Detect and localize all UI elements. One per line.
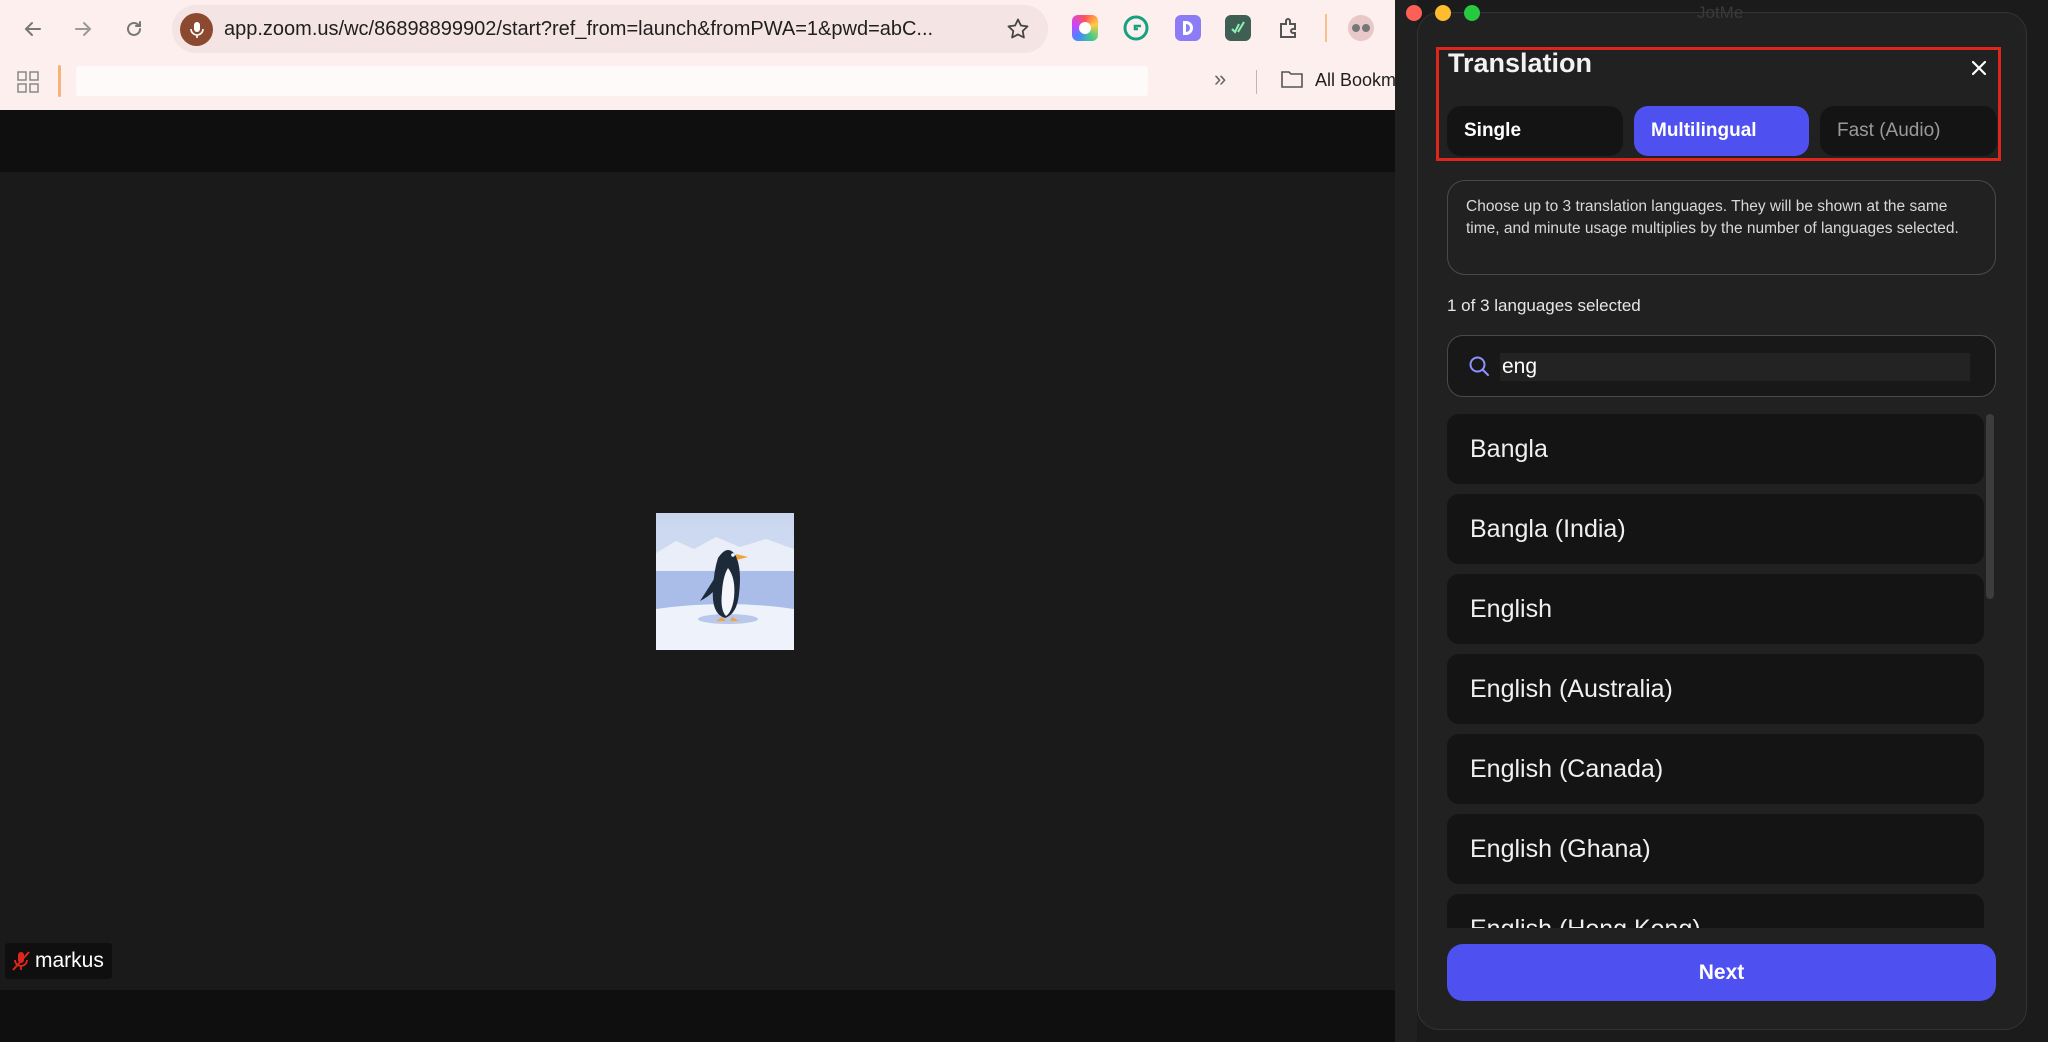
glasses-extension-icon[interactable]	[1348, 15, 1374, 41]
microphone-icon[interactable]	[180, 13, 213, 46]
chevron-double-right-icon[interactable]: »	[1214, 66, 1226, 92]
browser-window: app.zoom.us/wc/86898899902/start?ref_fro…	[0, 0, 1395, 1042]
language-search-input[interactable]	[1500, 353, 1970, 381]
apps-grid-icon[interactable]	[17, 71, 39, 93]
all-bookmarks-link[interactable]: All Bookm	[1315, 70, 1395, 91]
bookmark-separator	[1256, 70, 1257, 94]
language-item[interactable]: English (Canada)	[1447, 734, 1984, 804]
reload-button[interactable]	[119, 14, 149, 44]
tab-fast-audio[interactable]: Fast (Audio)	[1820, 106, 1997, 156]
address-bar[interactable]: app.zoom.us/wc/86898899902/start?ref_fro…	[172, 5, 1048, 53]
zoom-window-icon[interactable]	[1464, 5, 1480, 21]
check-extension-icon[interactable]	[1225, 15, 1251, 41]
participant-avatar	[656, 513, 794, 650]
back-button[interactable]	[18, 14, 48, 44]
tab-multilingual[interactable]: Multilingual	[1634, 106, 1809, 156]
bookmark-divider	[58, 65, 61, 97]
language-item[interactable]: Bangla	[1447, 414, 1984, 484]
language-list-scrollbar[interactable]	[1986, 414, 1994, 599]
bookmarks-bar: » All Bookm	[0, 58, 1395, 110]
language-item[interactable]: English (Hong Kong)	[1447, 894, 1984, 928]
minimize-window-icon[interactable]	[1435, 5, 1451, 21]
bookmarks-area	[76, 66, 1148, 96]
language-list: Bangla Bangla (India) English English (A…	[1447, 414, 1984, 928]
color-picker-extension-icon[interactable]	[1072, 15, 1098, 41]
language-item[interactable]: Bangla (India)	[1447, 494, 1984, 564]
language-item[interactable]: English (Australia)	[1447, 654, 1984, 724]
participant-name: markus	[35, 949, 104, 972]
participant-name-tag: markus	[5, 943, 112, 979]
url-text[interactable]: app.zoom.us/wc/86898899902/start?ref_fro…	[224, 18, 933, 41]
forward-button[interactable]	[68, 14, 98, 44]
search-icon	[1469, 356, 1489, 376]
bookmark-star-icon[interactable]	[1006, 17, 1030, 41]
close-window-icon[interactable]	[1406, 5, 1422, 21]
meeting-bottom-bar	[0, 990, 1395, 1042]
muted-microphone-icon	[12, 951, 30, 971]
window-gap	[1395, 0, 1417, 1042]
toolbar-divider	[1325, 14, 1327, 42]
info-message: Choose up to 3 translation languages. Th…	[1447, 180, 1996, 275]
close-panel-button[interactable]	[1963, 52, 1995, 84]
window-title: JotMe	[1697, 3, 1744, 22]
selection-count: 1 of 3 languages selected	[1447, 296, 1641, 315]
grammarly-extension-icon[interactable]	[1123, 15, 1149, 41]
language-search-box	[1447, 335, 1996, 397]
folder-icon	[1281, 71, 1303, 88]
arrow-right-icon	[75, 22, 92, 36]
arrow-left-icon	[24, 22, 41, 36]
d-extension-icon[interactable]	[1175, 15, 1201, 41]
reload-icon	[127, 21, 141, 36]
language-item[interactable]: English (Ghana)	[1447, 814, 1984, 884]
language-item[interactable]: English	[1447, 574, 1984, 644]
tab-single[interactable]: Single	[1447, 106, 1623, 156]
browser-toolbar: app.zoom.us/wc/86898899902/start?ref_fro…	[0, 0, 1395, 58]
puzzle-icon[interactable]	[1276, 15, 1302, 41]
meeting-top-bar	[0, 110, 1395, 172]
next-button[interactable]: Next	[1447, 944, 1996, 1001]
panel-title: Translation	[1448, 48, 1593, 78]
close-icon	[1971, 60, 1987, 76]
